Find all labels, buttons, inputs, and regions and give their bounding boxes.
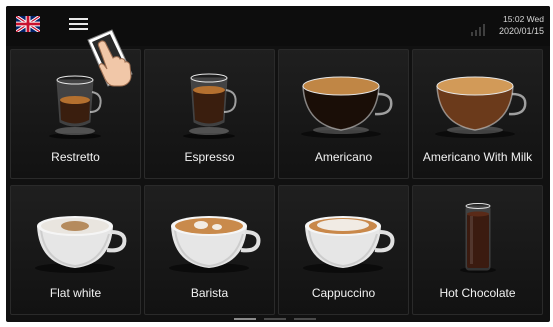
uk-flag-icon[interactable] bbox=[16, 16, 40, 32]
glass-coffee-cup-icon bbox=[301, 76, 393, 138]
drink-label: Americano bbox=[314, 150, 373, 164]
drink-label: Cappuccino bbox=[311, 286, 376, 300]
clock: 15:02 Wed 2020/01/15 bbox=[499, 13, 544, 37]
drink-tile-barista[interactable]: Barista bbox=[144, 185, 275, 315]
coffee-machine-screen: 15:02 Wed 2020/01/15 Restretto Espresso … bbox=[0, 0, 553, 327]
date-text: 2020/01/15 bbox=[498, 26, 544, 36]
drink-tile-espresso[interactable]: Espresso bbox=[144, 49, 275, 179]
pointing-hand-icon bbox=[87, 29, 133, 87]
drink-tile-americano-with-milk[interactable]: Americano With Milk bbox=[412, 49, 543, 179]
time-text: 15:02 Wed bbox=[503, 14, 544, 24]
glass-espresso-cup-icon bbox=[183, 73, 237, 139]
drink-label: Hot Chocolate bbox=[439, 286, 516, 300]
white-latte-cup-icon bbox=[35, 216, 127, 273]
glass-coffee-cup-icon bbox=[435, 76, 527, 138]
drink-tile-hot-chocolate[interactable]: Hot Chocolate bbox=[412, 185, 543, 315]
drink-tile-cappuccino[interactable]: Cappuccino bbox=[278, 185, 409, 315]
page-dot-active[interactable] bbox=[234, 318, 256, 320]
drink-label: Americano With Milk bbox=[422, 150, 533, 164]
page-dot[interactable] bbox=[294, 318, 316, 320]
drink-label: Restretto bbox=[51, 150, 100, 164]
drink-tile-americano[interactable]: Americano bbox=[278, 49, 409, 179]
drink-label: Barista bbox=[190, 286, 229, 300]
tall-glass-chocolate-icon bbox=[460, 203, 496, 273]
drink-label: Espresso bbox=[184, 150, 235, 164]
white-latte-cup-icon bbox=[303, 216, 395, 273]
drink-label: Flat white bbox=[49, 286, 102, 300]
page-indicator[interactable] bbox=[234, 318, 320, 322]
display: 15:02 Wed 2020/01/15 Restretto Espresso … bbox=[6, 6, 550, 322]
page-dot[interactable] bbox=[264, 318, 286, 320]
white-latte-cup-icon bbox=[169, 216, 261, 273]
signal-strength-icon bbox=[471, 24, 485, 36]
drink-tile-flat-white[interactable]: Flat white bbox=[10, 185, 141, 315]
